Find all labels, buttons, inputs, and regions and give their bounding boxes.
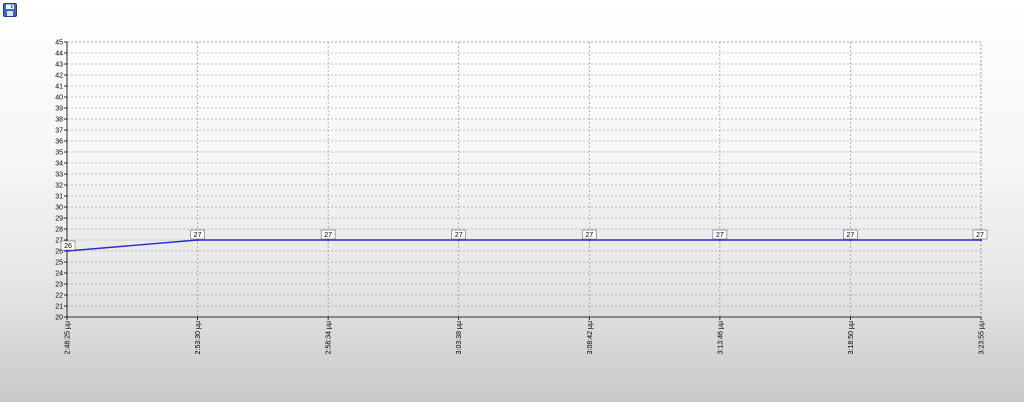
y-tick-label: 21 <box>55 304 63 311</box>
y-tick-label: 36 <box>55 139 63 146</box>
y-tick-label: 45 <box>55 40 63 47</box>
x-tick-label: 2:53:30 μμ <box>195 321 202 354</box>
y-tick-label: 33 <box>55 172 63 179</box>
series-line <box>66 239 981 252</box>
y-tick-label: 40 <box>55 95 63 102</box>
y-tick-label: 43 <box>55 62 63 69</box>
series-layer <box>65 238 983 253</box>
x-tick-label: 3:23:55 μμ <box>979 321 986 354</box>
x-tick-label: 3:03:38 μμ <box>456 321 463 354</box>
data-label: 27 <box>847 232 855 239</box>
y-tick-label: 31 <box>55 194 63 201</box>
y-tick-label: 28 <box>55 227 63 234</box>
y-tick-label: 24 <box>55 271 63 278</box>
grid-layer <box>66 41 982 318</box>
x-tick-label: 3:13:46 μμ <box>717 321 724 354</box>
x-tick-label: 2:58:34 μμ <box>326 321 333 354</box>
data-label: 27 <box>585 232 593 239</box>
y-tick-label: 42 <box>55 73 63 80</box>
y-tick-label: 35 <box>55 150 63 157</box>
chart-area: 20 21 22 23 24 25 26 27 28 29 30 31 32 33 34 35 36 37 38 39… <box>0 0 1024 402</box>
axis-layer: 20 21 22 23 24 25 26 27 28 29 30 31 32 33 34 35 36 37 38 39… <box>55 40 985 355</box>
y-tick-label: 37 <box>55 128 63 135</box>
y-tick-label: 39 <box>55 106 63 113</box>
y-tick-label: 34 <box>55 161 63 168</box>
y-tick-label: 23 <box>55 282 63 289</box>
x-tick-label: 3:18:50 μμ <box>848 321 855 354</box>
data-label: 27 <box>716 232 724 239</box>
line-chart: 20 21 22 23 24 25 26 27 28 29 30 31 32 33 34 35 36 37 38 39… <box>55 40 988 355</box>
y-tick-label: 30 <box>55 205 63 212</box>
plot-area-border <box>66 41 982 318</box>
data-label: 27 <box>455 232 463 239</box>
y-tick-label: 32 <box>55 183 63 190</box>
y-tick-label: 22 <box>55 293 63 300</box>
data-label: 27 <box>194 232 202 239</box>
y-tick-label: 20 <box>55 315 63 322</box>
data-label: 27 <box>976 232 984 239</box>
x-tick-label: 2:48:25 μμ <box>65 321 72 354</box>
y-tick-label: 44 <box>55 51 63 58</box>
y-tick-label: 38 <box>55 117 63 124</box>
data-label: 27 <box>324 232 332 239</box>
y-tick-label: 41 <box>55 84 63 91</box>
x-tick-label: 3:08:42 μμ <box>587 321 594 354</box>
y-tick-label: 25 <box>55 260 63 267</box>
y-tick-label: 29 <box>55 216 63 223</box>
data-label: 26 <box>64 243 72 250</box>
